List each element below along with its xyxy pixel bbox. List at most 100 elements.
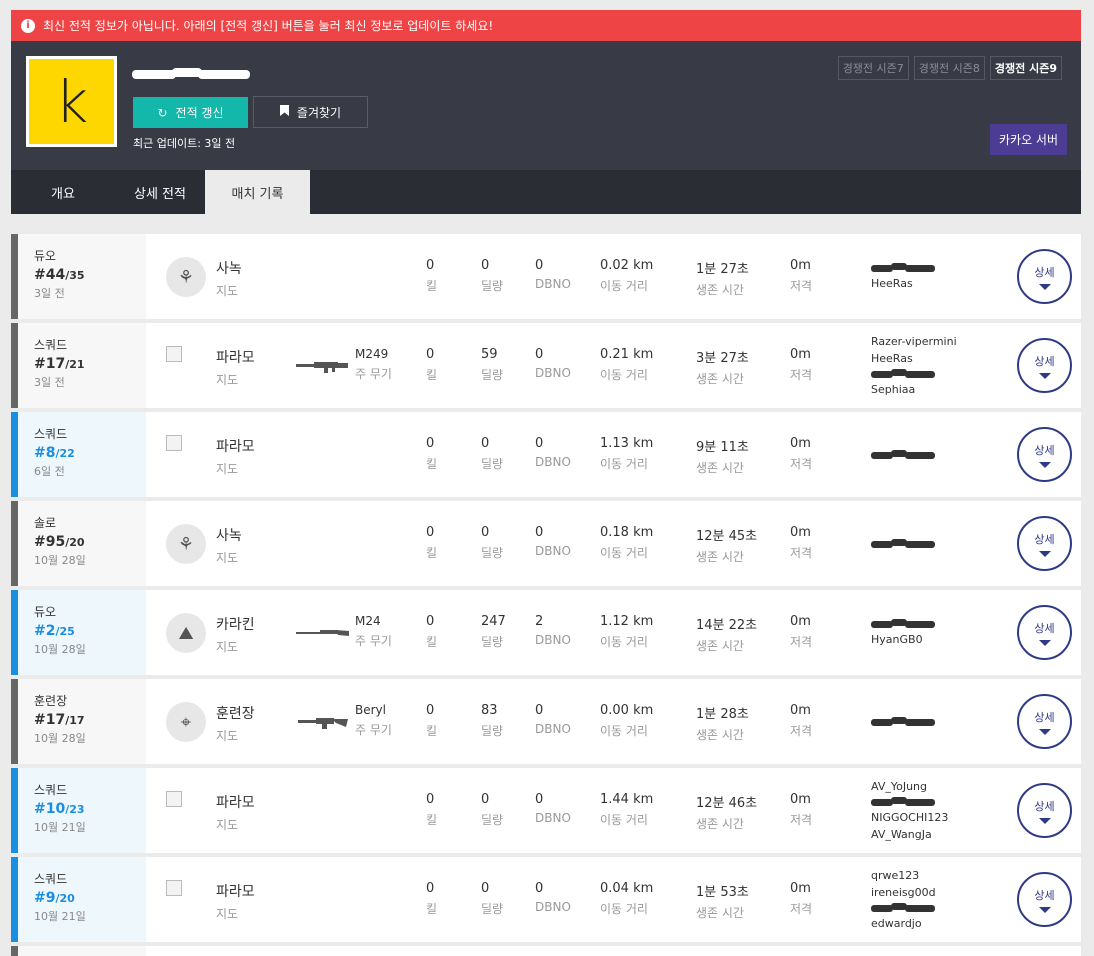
tab-detailed-stats[interactable]: 상세 전적 — [115, 170, 205, 214]
match-summary: 듀오 #44/35 3일 전 — [18, 234, 146, 319]
teammate-name[interactable]: Razer-vipermini — [871, 335, 957, 348]
damage-cell: 247 딜량 — [481, 614, 506, 650]
distance-label: 이동 거리 — [600, 279, 648, 293]
detail-button[interactable]: 상세 — [1017, 783, 1072, 838]
map-label: 지도 — [216, 462, 239, 476]
teammate-name[interactable]: NIGGOCHI123 — [871, 811, 948, 824]
damage-value: 0 — [481, 792, 490, 807]
teammate-name[interactable]: HeeRas — [871, 277, 913, 290]
result-bar — [11, 590, 18, 675]
detail-button[interactable]: 상세 — [1017, 694, 1072, 749]
dbno-label: DBNO — [535, 900, 571, 914]
teammate-name[interactable]: HyanGB0 — [871, 633, 923, 646]
dbno-label: DBNO — [535, 633, 571, 647]
survival-cell: 3분 27초 생존 시간 — [696, 347, 749, 387]
match-rank: #9/20 — [34, 890, 146, 906]
kills-cell: 0 킬 — [426, 525, 437, 561]
damage-label: 딜량 — [481, 279, 504, 293]
bookmark-icon — [279, 105, 289, 119]
damage-value: 247 — [481, 614, 506, 629]
damage-value: 0 — [481, 525, 490, 540]
survival-cell: 14분 22초 생존 시간 — [696, 614, 757, 654]
survival-cell: 1분 28초 생존 시간 — [696, 703, 749, 743]
map-label: 지도 — [216, 907, 239, 921]
weapon-label: 주 무기 — [355, 367, 392, 381]
survival-label: 생존 시간 — [696, 461, 744, 475]
favorite-button[interactable]: 즐겨찾기 — [253, 96, 368, 128]
detail-button[interactable]: 상세 — [1017, 872, 1072, 927]
season-tab-7[interactable]: 경쟁전 시즌7 — [837, 56, 909, 80]
teammate-name[interactable]: edwardjo — [871, 917, 936, 930]
detail-button[interactable]: 상세 — [1017, 249, 1072, 304]
match-rank: #17/17 — [34, 712, 146, 728]
kills-value: 0 — [426, 525, 435, 540]
teammate-name[interactable]: Sephiaa — [871, 383, 957, 396]
dbno-label: DBNO — [535, 544, 571, 558]
match-row: 듀오 #2/25 10월 28일 ⛰ 카라킨 지도 M24 주 무기 0 킬 2… — [11, 590, 1081, 675]
match-mode: 듀오 — [34, 605, 57, 619]
distance-cell: 0.18 km 이동 거리 — [600, 525, 653, 561]
match-row-partial — [11, 946, 1081, 956]
weapon-image — [296, 359, 349, 373]
match-date: 10월 21일 — [34, 821, 86, 834]
teammate-name[interactable]: ireneisg00d — [871, 886, 936, 899]
kills-label: 킬 — [426, 457, 438, 471]
weapon-cell: Beryl 주 무기 — [355, 703, 392, 738]
match-row: 스쿼드 #17/21 3일 전 파라모 지도 M249 주 무기 0 킬 59 … — [11, 323, 1081, 408]
chevron-down-icon — [1038, 639, 1051, 646]
dbno-value: 2 — [535, 614, 544, 629]
snipe-cell: 0m 저격 — [790, 347, 812, 383]
teammate-redacted — [871, 263, 935, 273]
rank-value: #17 — [34, 356, 66, 372]
teammate-name[interactable]: HeeRas — [871, 352, 957, 365]
survival-cell: 12분 45초 생존 시간 — [696, 525, 757, 565]
username-redacted — [132, 62, 250, 84]
dbno-value: 0 — [535, 436, 544, 451]
dbno-cell: 0 DBNO — [535, 347, 571, 380]
survival-value: 1분 27초 — [696, 262, 749, 277]
match-date: 3일 전 — [34, 287, 65, 300]
kills-cell: 0 킬 — [426, 703, 437, 739]
match-rank: #10/23 — [34, 801, 146, 817]
kills-value: 0 — [426, 258, 435, 273]
refresh-stats-button[interactable]: ↻ 전적 갱신 — [133, 97, 248, 128]
distance-label: 이동 거리 — [600, 635, 648, 649]
distance-value: 0.00 km — [600, 703, 654, 718]
distance-cell: 1.44 km 이동 거리 — [600, 792, 653, 828]
team-list: HeeRas — [871, 234, 935, 319]
survival-cell: 9분 11초 생존 시간 — [696, 436, 749, 476]
survival-value: 14분 22초 — [696, 618, 758, 633]
weapon-value: M249 — [355, 347, 389, 361]
match-row: 스쿼드 #10/23 10월 21일 파라모 지도 0 킬 0 딜량 0 DBN… — [11, 768, 1081, 853]
tab-match-history[interactable]: 매치 기록 — [205, 170, 310, 214]
kills-cell: 0 킬 — [426, 347, 437, 383]
detail-label: 상세 — [1034, 443, 1055, 457]
result-bar — [11, 234, 18, 319]
teammate-name[interactable]: AV_YoJung — [871, 780, 948, 793]
detail-button[interactable]: 상세 — [1017, 516, 1072, 571]
match-date: 10월 28일 — [34, 554, 86, 567]
detail-button[interactable]: 상세 — [1017, 338, 1072, 393]
season-tab-8[interactable]: 경쟁전 시즌8 — [913, 56, 985, 80]
damage-value: 83 — [481, 703, 498, 718]
match-date: 10월 28일 — [34, 643, 86, 656]
survival-cell: 1분 53초 생존 시간 — [696, 881, 749, 921]
info-icon: i — [21, 18, 35, 33]
server-button[interactable]: 카카오 서버 — [989, 124, 1067, 155]
avatar-letter: k — [54, 67, 89, 136]
tab-overview[interactable]: 개요 — [11, 170, 115, 214]
match-mode: 솔로 — [34, 516, 57, 530]
rank-value: #10 — [34, 801, 66, 817]
teammate-name[interactable]: AV_WangJa — [871, 828, 948, 841]
detail-button[interactable]: 상세 — [1017, 605, 1072, 660]
rank-total: /35 — [65, 269, 85, 282]
palm-tree-icon: ⚘ — [166, 524, 206, 564]
distance-value: 1.12 km — [600, 614, 654, 629]
teammate-name[interactable]: qrwe123 — [871, 869, 936, 882]
season-tab-9[interactable]: 경쟁전 시즌9 — [989, 56, 1062, 80]
dbno-cell: 0 DBNO — [535, 525, 571, 558]
distance-value: 0.02 km — [600, 258, 654, 273]
detail-button[interactable]: 상세 — [1017, 427, 1072, 482]
distance-cell: 0.21 km 이동 거리 — [600, 347, 653, 383]
rank-value: #44 — [34, 267, 66, 283]
